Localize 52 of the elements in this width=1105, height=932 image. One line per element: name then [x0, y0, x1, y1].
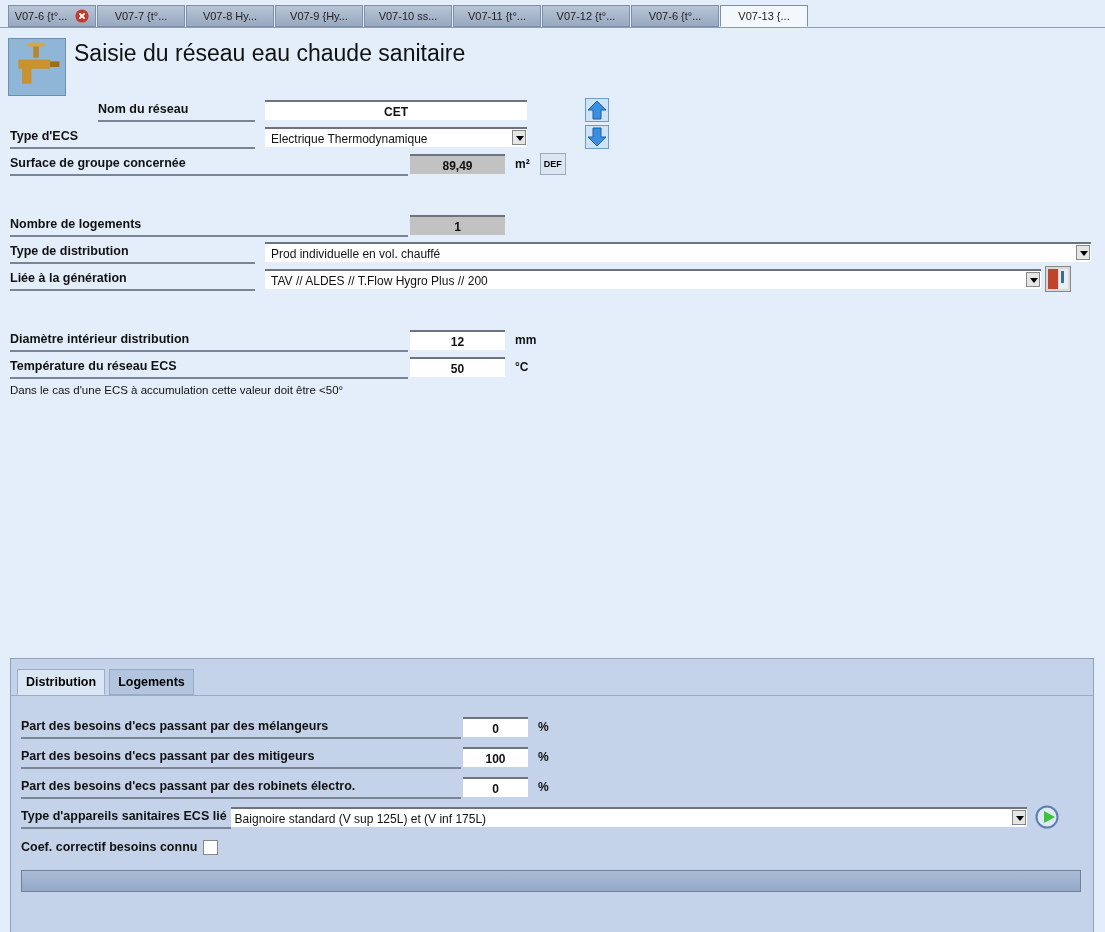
unit-label: %: [538, 720, 549, 734]
unit-label: mm: [515, 332, 537, 347]
faucet-icon: [8, 38, 66, 96]
dropdown[interactable]: Prod individuelle en vol. chauffé: [265, 241, 1091, 262]
unit-label: m²: [515, 156, 530, 171]
readonly-field: 1: [410, 214, 505, 235]
input-field[interactable]: 0: [463, 777, 528, 797]
field-label: Liée à la génération: [10, 266, 255, 291]
field-label: Température du réseau ECS: [10, 354, 408, 379]
boiler-icon[interactable]: [1045, 265, 1071, 292]
field-label: Part des besoins d'ecs passant par des mélangeurs: [21, 715, 461, 739]
checkbox[interactable]: [203, 839, 219, 855]
dropdown[interactable]: Baignoire standard (V sup 125L) et (V inf 175L): [230, 807, 1027, 827]
field-label: Nom du réseau: [98, 97, 255, 122]
field-label: Nombre de logements: [10, 212, 408, 237]
input-field[interactable]: 0: [463, 717, 528, 737]
dropdown[interactable]: TAV // ALDES // T.Flow Hygro Plus // 200: [265, 268, 1041, 289]
play-icon[interactable]: [1034, 805, 1059, 829]
def-button[interactable]: DEF: [539, 152, 566, 175]
input-field[interactable]: 12: [410, 329, 505, 350]
document-tab[interactable]: V07-12 {t°...: [542, 5, 630, 27]
tab[interactable]: Distribution: [17, 669, 106, 695]
page-title: Saisie du réseau eau chaude sanitaire: [74, 40, 466, 67]
document-tab[interactable]: V07-8 Hy...: [186, 5, 274, 27]
document-tab[interactable]: V07-10 ss...: [364, 5, 452, 27]
field-label: Type de distribution: [10, 239, 255, 264]
unit-label: %: [538, 750, 549, 764]
unit-label: °C: [515, 359, 529, 374]
field-label: Coef. correctif besoins connu: [21, 839, 198, 856]
input-field[interactable]: 50: [410, 356, 505, 377]
document-tab[interactable]: V07-7 {t°...: [97, 5, 185, 27]
dropdown[interactable]: Electrique Thermodynamique: [265, 126, 527, 147]
field-label: Surface de groupe concernée: [10, 151, 408, 176]
field-label: Type d'ECS: [10, 124, 255, 149]
document-tab[interactable]: V07-9 {Hy...: [275, 5, 363, 27]
up-arrow-icon[interactable]: [585, 97, 609, 122]
field-label: Diamètre intérieur distribution: [10, 327, 408, 352]
down-arrow-icon[interactable]: [585, 124, 609, 149]
tab[interactable]: Logements: [109, 669, 194, 695]
document-tab[interactable]: V07-13 {...: [720, 5, 808, 27]
field-label: Part des besoins d'ecs passant par des robinets électro.: [21, 775, 461, 799]
document-tab[interactable]: V07-6 {t°...: [631, 5, 719, 27]
hint-text: Dans le cas d'une ECS à accumulation cette valeur doit être <50°: [9, 384, 345, 398]
close-icon[interactable]: [75, 9, 90, 23]
readonly-field: 89,49: [410, 153, 505, 174]
document-tab[interactable]: V07-6 {t°...: [8, 5, 96, 27]
field-label: Part des besoins d'ecs passant par des mitigeurs: [21, 745, 461, 769]
document-tab[interactable]: V07-11 {t°...: [453, 5, 541, 27]
input-field[interactable]: 100: [463, 747, 528, 767]
input-field[interactable]: CET: [265, 99, 527, 120]
field-label: Type d'appareils sanitaires ECS lié: [21, 805, 231, 829]
unit-label: %: [538, 780, 549, 794]
